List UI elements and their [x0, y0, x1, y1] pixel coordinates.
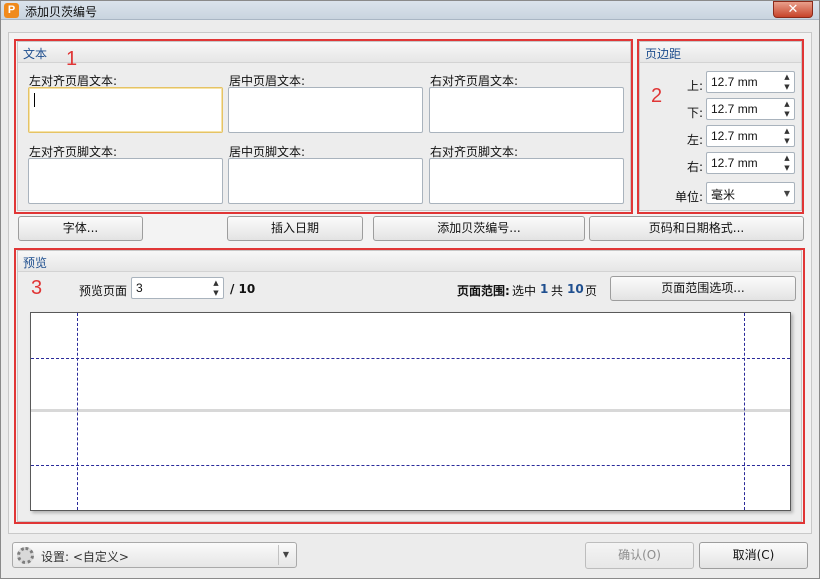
preview-total-pages: / 10 [230, 282, 256, 296]
page-date-format-button[interactable]: 页码和日期格式... [589, 216, 804, 241]
spin-up-icon[interactable]: ▲ [784, 100, 789, 108]
spin-down-icon[interactable]: ▼ [784, 110, 789, 118]
add-bates-button[interactable]: 添加贝茨编号... [373, 216, 585, 241]
cancel-button[interactable]: 取消(C) [699, 542, 808, 569]
spin-down-icon[interactable]: ▼ [784, 137, 789, 145]
page-range-selected-count: 1 [540, 282, 549, 296]
close-icon: ✕ [787, 2, 799, 17]
text-caret [34, 93, 35, 107]
preview-group-title: 预览 [23, 256, 48, 270]
margin-top-value: 12.7 mm [711, 75, 758, 89]
page-separator [31, 409, 790, 412]
footer-center-input[interactable] [228, 158, 423, 204]
header-right-input[interactable] [429, 87, 624, 133]
spin-down-icon[interactable]: ▼ [213, 289, 218, 297]
right-guide-line [744, 313, 745, 510]
settings-dropdown[interactable]: 设置: <自定义> ▼ [12, 542, 297, 568]
page-range-unit: 页 [585, 284, 598, 298]
margin-top-label: 上: [687, 79, 704, 93]
left-guide-line [77, 313, 78, 510]
footer-right-input[interactable] [429, 158, 624, 204]
preview-page-label: 预览页面 [79, 284, 128, 298]
header-guide-line [31, 358, 790, 359]
preview-page-value: 3 [136, 281, 143, 295]
unit-value: 毫米 [711, 188, 736, 202]
gear-icon [17, 547, 34, 564]
margin-left-label: 左: [687, 133, 704, 147]
margin-right-value: 12.7 mm [711, 156, 758, 170]
margin-group-header: 页边距 [640, 42, 801, 63]
margin-left-spinbox[interactable]: 12.7 mm ▲ ▼ [706, 125, 795, 147]
margin-bottom-label: 下: [687, 106, 704, 120]
dropdown-arrow-icon: ▼ [278, 545, 293, 565]
spin-up-icon[interactable]: ▲ [784, 154, 789, 162]
insert-date-button[interactable]: 插入日期 [227, 216, 363, 241]
spin-up-icon[interactable]: ▲ [784, 73, 789, 81]
margin-bottom-value: 12.7 mm [711, 102, 758, 116]
footer-guide-line [31, 465, 790, 466]
footer-left-input[interactable] [28, 158, 223, 204]
spin-up-icon[interactable]: ▲ [784, 127, 789, 135]
page-range-label: 页面范围: [457, 284, 510, 298]
window-title: 添加贝茨编号 [25, 5, 98, 19]
preview-group-header: 预览 [18, 251, 801, 272]
spin-up-icon[interactable]: ▲ [213, 279, 218, 287]
text-group-title: 文本 [23, 47, 48, 61]
page-range-total-prefix: 共 [551, 284, 564, 298]
margin-bottom-spinbox[interactable]: 12.7 mm ▲ ▼ [706, 98, 795, 120]
margin-top-spinbox[interactable]: 12.7 mm ▲ ▼ [706, 71, 795, 93]
margin-left-value: 12.7 mm [711, 129, 758, 143]
text-group-header: 文本 [18, 42, 630, 63]
margin-group-title: 页边距 [645, 47, 682, 61]
close-button[interactable]: ✕ [773, 1, 813, 18]
spin-down-icon[interactable]: ▼ [784, 83, 789, 91]
page-range-selected-text: 选中 [512, 284, 537, 298]
header-left-input[interactable] [28, 87, 223, 133]
dropdown-arrow-icon: ▼ [783, 189, 790, 198]
page-preview-canvas [30, 312, 791, 511]
annotation-number-1: 1 [66, 48, 78, 70]
annotation-number-2: 2 [651, 85, 663, 107]
annotation-number-3: 3 [31, 277, 43, 299]
dialog-window: P 添加贝茨编号 ✕ 文本 左对齐页眉文本: 居中页眉文本: 右对齐页眉文本: … [0, 0, 820, 579]
preview-page-spinbox[interactable]: 3 ▲ ▼ [131, 277, 224, 299]
settings-value: 设置: <自定义> [41, 550, 129, 564]
unit-dropdown[interactable]: 毫米 ▼ [706, 182, 795, 204]
page-range-total-count: 10 [567, 282, 584, 296]
margin-right-spinbox[interactable]: 12.7 mm ▲ ▼ [706, 152, 795, 174]
header-center-input[interactable] [228, 87, 423, 133]
ok-button[interactable]: 确认(O) [585, 542, 694, 569]
font-button[interactable]: 字体... [18, 216, 143, 241]
page-range-options-button[interactable]: 页面范围选项... [610, 276, 796, 301]
title-bar: P 添加贝茨编号 ✕ [1, 1, 819, 20]
app-icon: P [4, 3, 19, 18]
margin-right-label: 右: [687, 160, 704, 174]
unit-label: 单位: [675, 190, 704, 204]
spin-down-icon[interactable]: ▼ [784, 164, 789, 172]
